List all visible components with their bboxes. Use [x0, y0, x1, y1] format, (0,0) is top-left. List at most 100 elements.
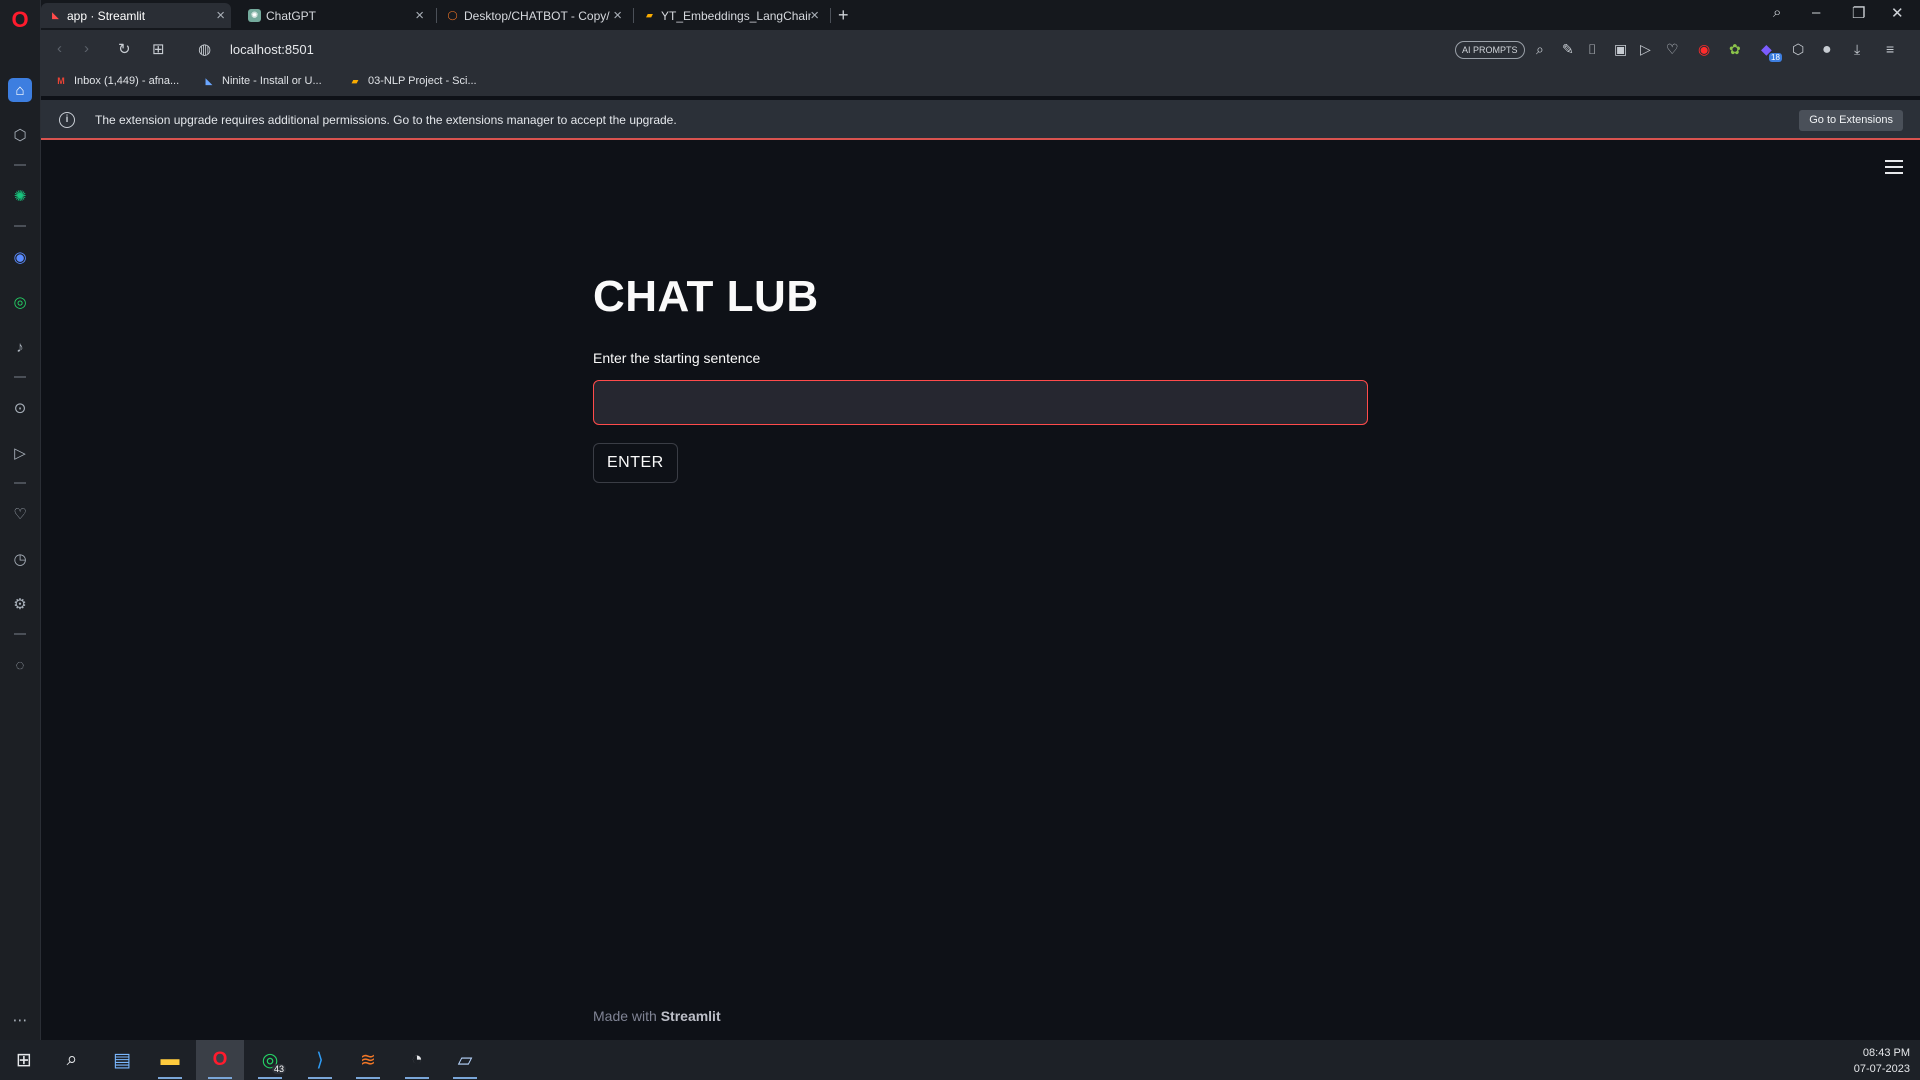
extensions-cube-icon[interactable]: ⬡ [1792, 41, 1804, 58]
color-extension-icon[interactable]: ✿ [1729, 41, 1741, 58]
more-dots-icon[interactable]: ⋯ [8, 1008, 32, 1032]
whatsapp-badge: 43 [271, 1064, 286, 1074]
address-bar: ‹ › ↻ ⊞ ◍ localhost:8501 AI PROMPTS ⌕ ✎ … [41, 30, 1920, 70]
bookmarks-bar: M Inbox (1,449) - afna... ◣ Ninite - Ins… [41, 70, 1920, 96]
jupyter-taskbar-icon[interactable]: ≋ [344, 1040, 392, 1080]
close-window-icon[interactable]: ✕ [1891, 4, 1904, 22]
go-to-extensions-button[interactable]: Go to Extensions [1799, 110, 1903, 131]
bookmark-item[interactable]: M Inbox (1,449) - afna... [55, 75, 179, 87]
start-windows-icon[interactable]: ⊞ [0, 1040, 48, 1080]
record-extension-icon[interactable]: ◉ [1698, 41, 1710, 58]
tab-title: Desktop/CHATBOT - Copy/ [464, 8, 610, 23]
restore-icon[interactable]: ❐ [1852, 4, 1865, 22]
bookmarks-heart-icon[interactable]: ♡ [8, 502, 32, 526]
sidebar-divider [14, 376, 26, 378]
tiktok-icon[interactable]: ♪ [8, 335, 32, 359]
home-icon[interactable]: ⌂ [8, 78, 32, 102]
sidebar-divider [14, 482, 26, 484]
bookmark-label: 03-NLP Project - Sci... [368, 75, 477, 87]
bookmark-item[interactable]: ▰ 03-NLP Project - Sci... [349, 75, 477, 87]
vscode-icon[interactable]: ⟩ [296, 1040, 344, 1080]
minimize-icon[interactable]: – [1812, 4, 1820, 21]
footer-streamlit-link[interactable]: Streamlit [661, 1008, 721, 1024]
info-icon: i [59, 112, 75, 128]
clock-time: 08:43 PM [1862, 1047, 1910, 1059]
bookmark-label: Inbox (1,449) - afna... [74, 75, 180, 87]
reload-icon[interactable]: ↻ [118, 40, 131, 58]
close-icon[interactable]: × [613, 7, 622, 24]
extension-badge: 18 [1769, 53, 1782, 62]
send-icon[interactable]: ▷ [8, 441, 32, 465]
ai-prompts-button[interactable]: AI PROMPTS [1455, 41, 1525, 59]
tab-divider [830, 8, 831, 23]
colab-icon: ▰ [351, 75, 359, 86]
search-tabs-icon[interactable]: ⌕ [1773, 4, 1781, 21]
opera-logo-icon[interactable]: O [8, 7, 32, 32]
speed-dial-icon[interactable]: ⬡ [8, 123, 32, 147]
tab-chatgpt[interactable]: ✺ ChatGPT × [240, 3, 430, 28]
extension-box-icon[interactable]: ▣ [1614, 41, 1627, 58]
forward-icon[interactable]: › [84, 40, 89, 57]
sidebar-divider [14, 225, 26, 227]
whatsapp-taskbar-icon[interactable]: ◎ 43 [246, 1040, 294, 1080]
tab-streamlit[interactable]: ◣ app · Streamlit × [41, 3, 231, 28]
tab-grid-icon[interactable]: ⊞ [152, 40, 165, 58]
zoom-icon[interactable]: ⌕ [1536, 41, 1544, 58]
streamlit-app: CHAT LUB Enter the starting sentence ENT… [41, 142, 1920, 1040]
starting-sentence-input[interactable] [593, 380, 1368, 425]
page-title: CHAT LUB [593, 272, 819, 321]
extension-upgrade-infobar: i The extension upgrade requires additio… [41, 100, 1920, 140]
bookmark-label: Ninite - Install or U... [222, 75, 322, 87]
site-info-icon[interactable]: ◍ [198, 40, 211, 58]
edit-icon[interactable]: ✎ [1562, 41, 1574, 58]
recorder-icon[interactable]: ◔ [393, 1040, 441, 1080]
play-icon[interactable]: ▷ [1640, 41, 1651, 58]
windows-taskbar: ⊞ ⌕ ▤ ▬ O ◎ 43 ⟩ ≋ ◔ ▱ 08:43 PM 07-07-202… [0, 1040, 1920, 1080]
opera-taskbar-icon[interactable]: O [196, 1040, 244, 1080]
profile-avatar-icon[interactable]: ● [1822, 41, 1832, 59]
tab-jupyter[interactable]: ◯ Desktop/CHATBOT - Copy/ × [438, 3, 628, 28]
messenger-icon[interactable]: ◉ [8, 245, 32, 269]
jupyter-favicon-icon: ◯ [447, 10, 458, 20]
footer-prefix: Made with [593, 1008, 657, 1024]
tab-colab[interactable]: ▰ YT_Embeddings_LangChain × [635, 3, 825, 28]
tab-title: app · Streamlit [67, 8, 146, 23]
close-icon[interactable]: × [415, 7, 424, 24]
chatgpt-favicon-icon: ✺ [248, 9, 261, 22]
tab-divider [633, 8, 634, 23]
back-icon[interactable]: ‹ [57, 40, 62, 57]
search-icon[interactable]: ⌕ [48, 1040, 96, 1080]
notes-app-icon[interactable]: ▱ [441, 1040, 489, 1080]
whatsapp-icon[interactable]: ◎ [8, 290, 32, 314]
sidebar-divider [14, 633, 26, 635]
streamlit-favicon-icon: ◣ [52, 10, 59, 20]
system-clock[interactable]: 08:43 PM 07-07-2023 [1854, 1045, 1910, 1077]
ninite-icon: ◣ [205, 75, 213, 86]
bookmark-item[interactable]: ◣ Ninite - Install or U... [203, 75, 322, 87]
tab-title: YT_Embeddings_LangChain [661, 8, 811, 23]
enter-button[interactable]: ENTER [593, 443, 678, 483]
gmail-icon: M [57, 76, 65, 86]
close-icon[interactable]: × [216, 7, 225, 24]
sidebar-divider [14, 164, 26, 166]
infobar-message: The extension upgrade requires additiona… [95, 113, 677, 127]
close-icon[interactable]: × [810, 7, 819, 24]
tab-strip: ◣ app · Streamlit × ✺ ChatGPT × ◯ Deskto… [41, 0, 1920, 30]
download-icon[interactable]: ⤓ [1854, 41, 1860, 58]
settings-gear-icon[interactable]: ⚙ [8, 592, 32, 616]
history-clock-icon[interactable]: ◷ [8, 547, 32, 571]
colab-favicon-icon: ▰ [646, 10, 653, 20]
chatgpt-icon[interactable]: ✺ [8, 184, 32, 208]
file-explorer-icon[interactable]: ▬ [146, 1040, 194, 1080]
mail-app-icon[interactable]: ▤ [98, 1040, 146, 1080]
heart-icon[interactable]: ♡ [1666, 41, 1679, 58]
easy-setup-icon[interactable]: ≡ [1886, 41, 1894, 57]
new-tab-button[interactable]: + [838, 5, 849, 26]
lightbulb-icon[interactable]: ◌ [8, 653, 32, 677]
tab-divider [436, 8, 437, 23]
url-field[interactable]: localhost:8501 [230, 42, 314, 57]
player-icon[interactable]: ⊙ [8, 396, 32, 420]
footer: Made with Streamlit [593, 1008, 721, 1024]
main-menu-icon[interactable] [1885, 160, 1903, 174]
camera-icon[interactable]: ⌷ [1588, 41, 1596, 58]
